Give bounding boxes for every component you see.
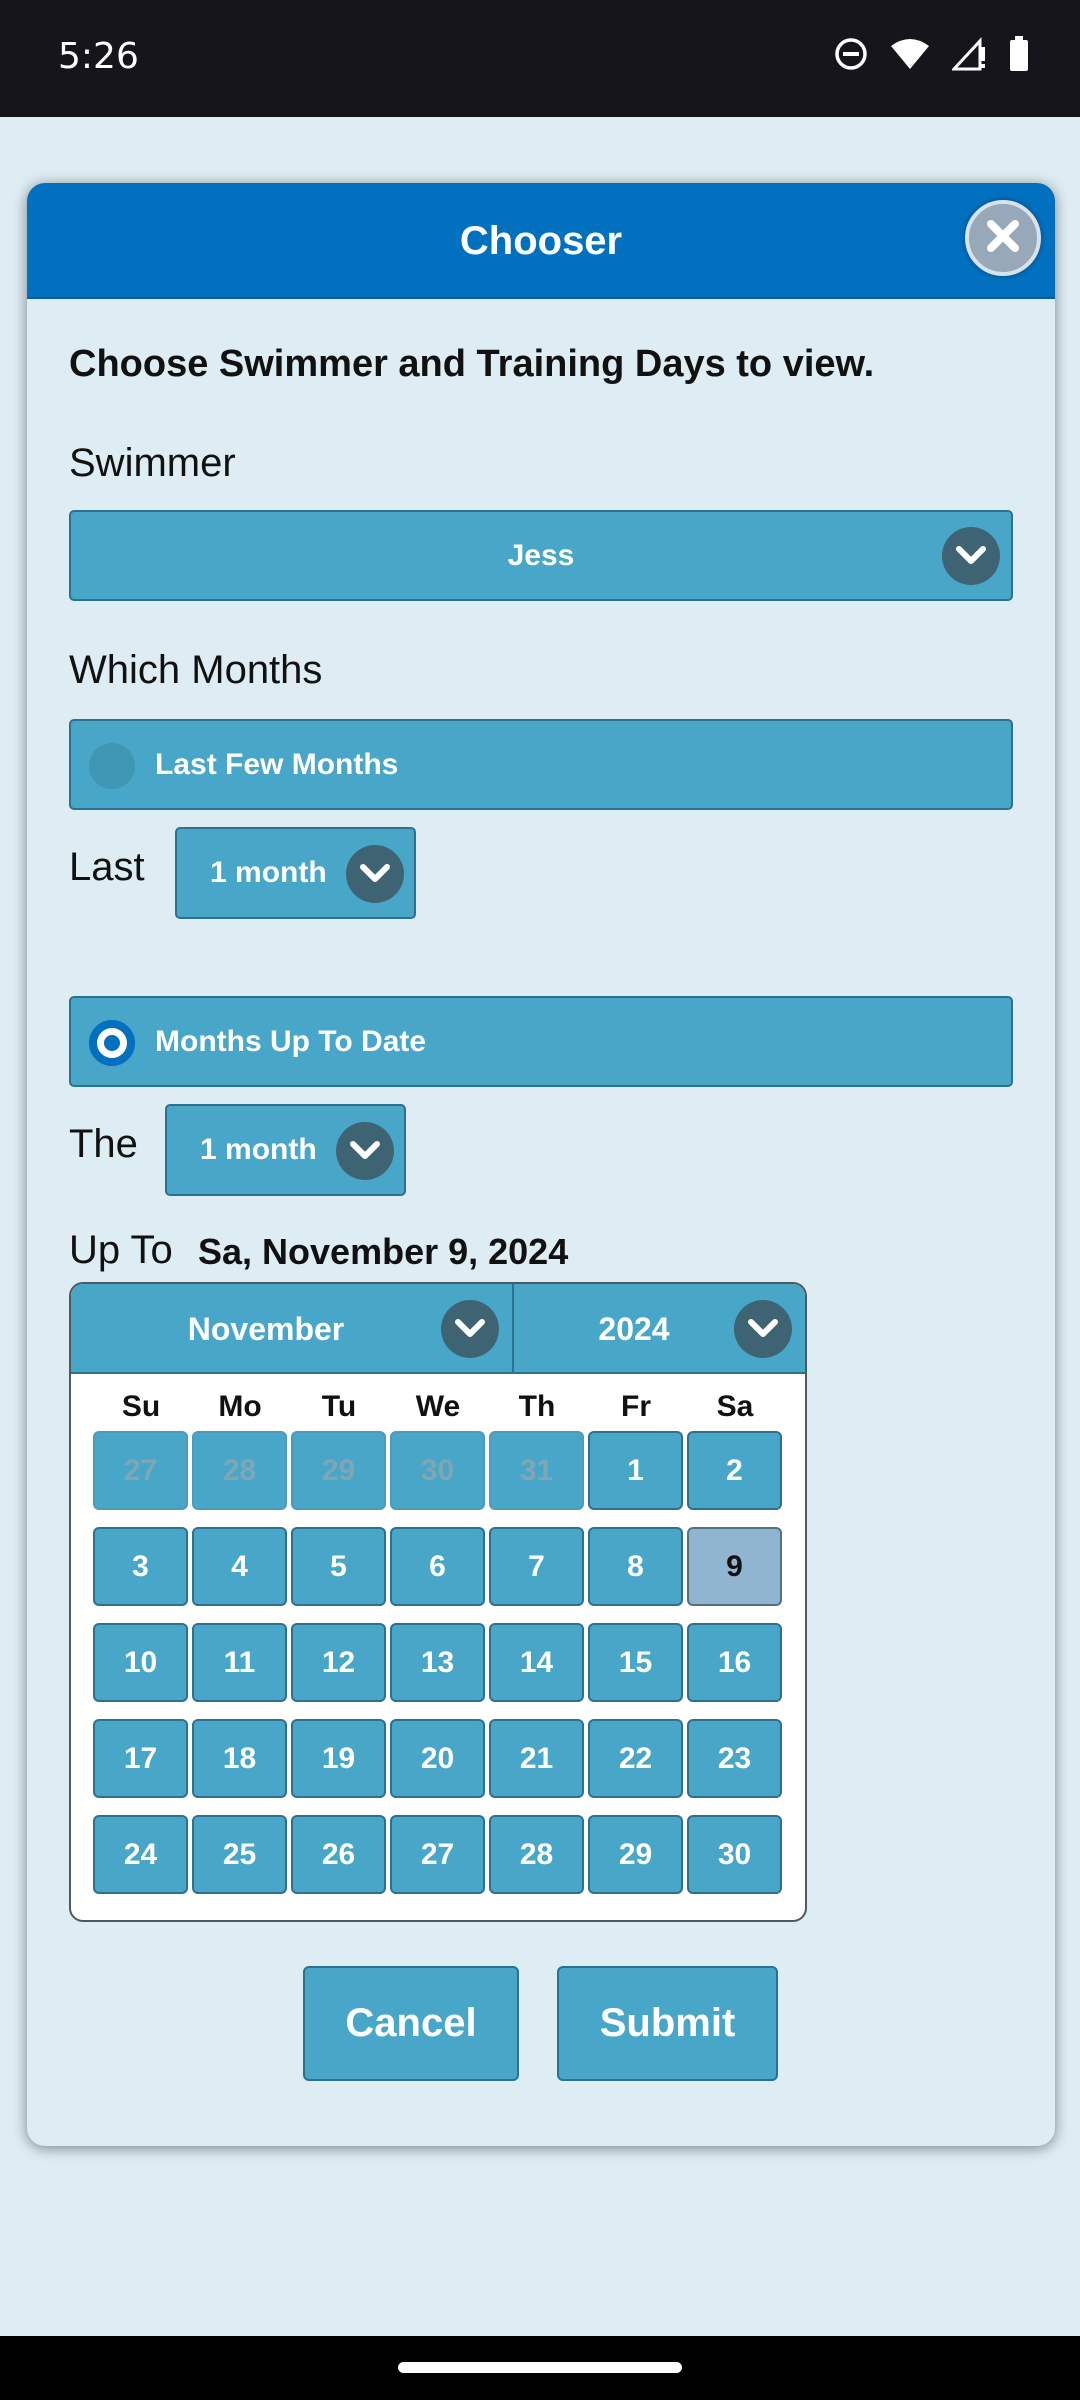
chooser-dialog: Chooser Choose Swimmer and Training Days… [27,183,1055,2146]
year-select[interactable]: 2024 [514,1284,805,1374]
calendar-day[interactable]: 10 [93,1623,188,1702]
radio-selected-icon [89,1020,135,1066]
chevron-down-icon [441,1300,499,1358]
calendar-day[interactable]: 7 [489,1527,584,1606]
calendar-day[interactable]: 16 [687,1623,782,1702]
last-months-value: 1 month [210,856,327,889]
month-select[interactable]: November [71,1284,512,1374]
chevron-down-icon [346,845,404,903]
radio-last-few-months-label: Last Few Months [155,748,399,781]
calendar-day[interactable]: 26 [291,1815,386,1894]
calendar-day-outside-month[interactable]: 30 [390,1431,485,1510]
calendar-day[interactable]: 28 [489,1815,584,1894]
status-time: 5:26 [58,36,139,77]
intro-text: Choose Swimmer and Training Days to view… [69,343,875,385]
calendar-day[interactable]: 19 [291,1719,386,1798]
weekday-label: Su [121,1390,161,1423]
calendar-day[interactable]: 13 [390,1623,485,1702]
wifi-icon [890,38,930,70]
signal-icon [952,37,986,71]
calendar-day[interactable]: 5 [291,1527,386,1606]
calendar-day[interactable]: 11 [192,1623,287,1702]
radio-months-up-to-date[interactable]: Months Up To Date [69,996,1013,1087]
calendar-day[interactable]: 20 [390,1719,485,1798]
close-icon [985,218,1021,259]
chevron-down-icon [734,1300,792,1358]
calendar-day[interactable]: 6 [390,1527,485,1606]
month-value: November [187,1311,345,1347]
chevron-down-icon [336,1122,394,1180]
calendar-day[interactable]: 8 [588,1527,683,1606]
calendar-day[interactable]: 17 [93,1719,188,1798]
radio-months-up-to-date-label: Months Up To Date [155,1025,427,1058]
swimmer-select[interactable]: Jess [69,510,1013,601]
calendar-day[interactable]: 3 [93,1527,188,1606]
calendar-day[interactable]: 25 [192,1815,287,1894]
weekday-label: Mo [218,1390,262,1423]
last-label: Last [69,845,145,889]
last-months-select[interactable]: 1 month [175,827,416,919]
weekday-label: Fr [621,1390,651,1423]
swimmer-value: Jess [507,539,575,572]
up-to-label: Up To [69,1228,173,1272]
do-not-disturb-icon [834,37,868,71]
which-months-label: Which Months [69,648,323,692]
calendar-day[interactable]: 4 [192,1527,287,1606]
calendar-day[interactable]: 15 [588,1623,683,1702]
calendar-day[interactable]: 27 [390,1815,485,1894]
calendar-day[interactable]: 1 [588,1431,683,1510]
calendar-day[interactable]: 30 [687,1815,782,1894]
the-months-value: 1 month [200,1133,317,1166]
submit-button[interactable]: Submit [557,1966,778,2081]
calendar-day-outside-month[interactable]: 28 [192,1431,287,1510]
calendar-day[interactable]: 18 [192,1719,287,1798]
chevron-down-icon [942,527,1000,585]
radio-last-few-months[interactable]: Last Few Months [69,719,1013,810]
the-months-select[interactable]: 1 month [165,1104,406,1196]
weekday-label: We [415,1390,461,1423]
home-handle[interactable] [398,2362,682,2373]
weekday-label: Tu [321,1390,357,1423]
calendar-day-outside-month[interactable]: 29 [291,1431,386,1510]
the-label: The [69,1122,138,1166]
dialog-title: Chooser [459,219,623,263]
calendar-day-outside-month[interactable]: 31 [489,1431,584,1510]
calendar-day[interactable]: 14 [489,1623,584,1702]
calendar-day[interactable]: 21 [489,1719,584,1798]
status-icons [834,36,1030,72]
battery-icon [1008,36,1030,72]
calendar-day[interactable]: 24 [93,1815,188,1894]
calendar-day[interactable]: 29 [588,1815,683,1894]
calendar-day[interactable]: 23 [687,1719,782,1798]
swimmer-label: Swimmer [69,441,236,485]
dialog-header: Chooser [27,183,1055,299]
calendar-day[interactable]: 22 [588,1719,683,1798]
calendar-day-outside-month[interactable]: 27 [93,1431,188,1510]
calendar-header: November 2024 [71,1284,805,1374]
weekday-label: Th [518,1390,556,1423]
up-to-date-value: Sa, November 9, 2024 [198,1231,569,1272]
cancel-button[interactable]: Cancel [303,1966,519,2081]
status-bar: 5:26 [0,0,1080,117]
calendar: November 2024 Su Mo Tu We Th Fr Sa 27 28 29 30 31 1 2… [69,1282,807,1922]
year-value: 2024 [598,1311,670,1347]
weekday-label: Sa [716,1390,754,1423]
calendar-day[interactable]: 9 [687,1527,782,1606]
radio-unselected-icon [89,743,135,789]
close-button[interactable] [965,200,1041,276]
calendar-day[interactable]: 2 [687,1431,782,1510]
calendar-day[interactable]: 12 [291,1623,386,1702]
